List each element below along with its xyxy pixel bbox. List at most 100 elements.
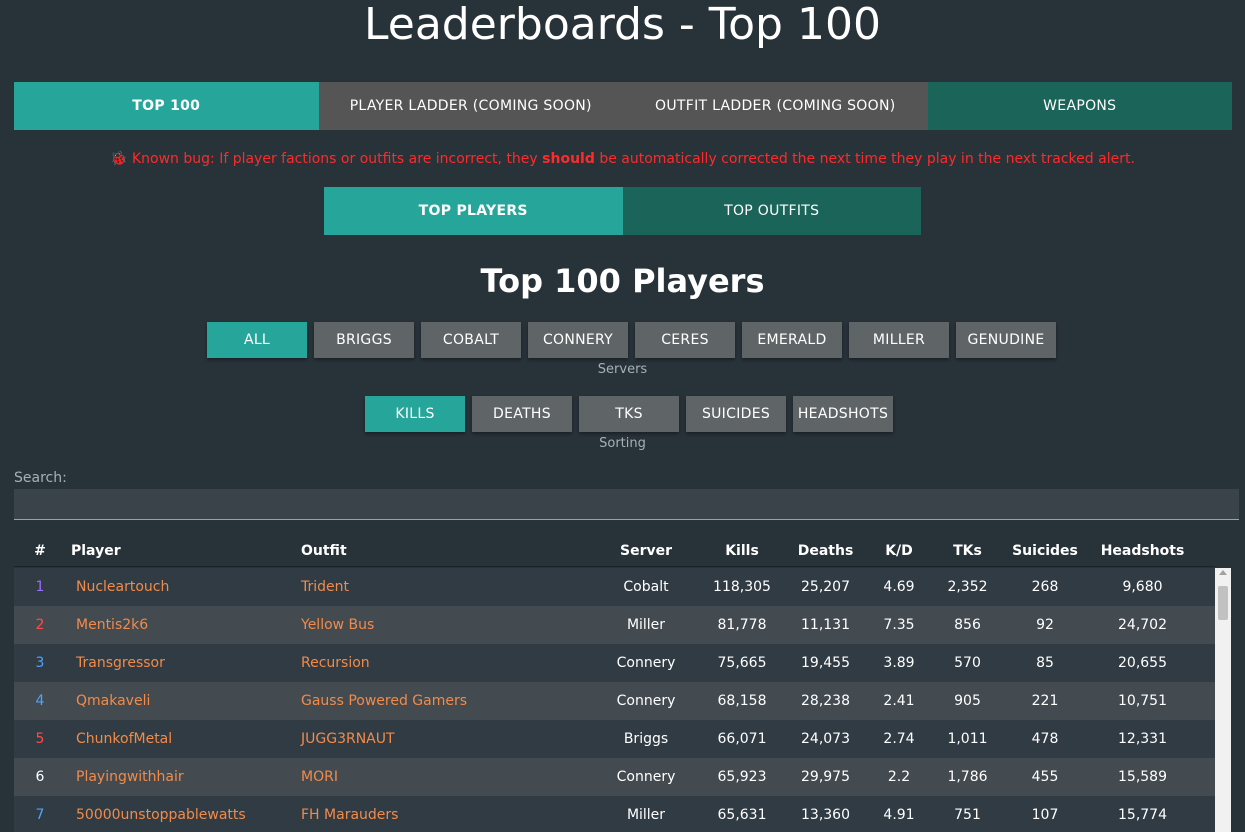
header-kd[interactable]: K/D — [868, 543, 930, 559]
server-button-genudine[interactable]: GENUDINE — [956, 322, 1056, 358]
server-button-all[interactable]: ALL — [207, 322, 307, 358]
sort-button-tks[interactable]: TKS — [579, 396, 679, 432]
outfit-link[interactable]: FH Marauders — [291, 807, 591, 823]
outfit-link[interactable]: Yellow Bus — [291, 617, 591, 633]
scroll-up-arrow-icon[interactable] — [1219, 570, 1227, 575]
row-deaths: 19,455 — [801, 655, 850, 671]
sub-tabs: TOP PLAYERS TOP OUTFITS — [324, 187, 921, 235]
row-kills: 66,071 — [717, 731, 767, 747]
main-tabs: TOP 100 PLAYER LADDER (COMING SOON) OUTF… — [14, 82, 1232, 130]
leaderboard-table-body: 1 Nucleartouch Trident Cobalt 118,305 25… — [14, 568, 1215, 832]
scroll-thumb[interactable] — [1218, 586, 1228, 620]
outfit-link[interactable]: Trident — [291, 579, 591, 595]
sort-button-suicides[interactable]: SUICIDES — [686, 396, 786, 432]
row-kd: 3.89 — [883, 655, 915, 671]
server-button-briggs[interactable]: BRIGGS — [314, 322, 414, 358]
row-headshots: 15,589 — [1118, 769, 1167, 785]
row-kills: 75,665 — [717, 655, 767, 671]
outfit-link[interactable]: JUGG3RNAUT — [291, 731, 591, 747]
row-kd: 2.41 — [883, 693, 915, 709]
row-kd: 7.35 — [883, 617, 915, 633]
row-tks: 1,786 — [947, 769, 988, 785]
search-input[interactable] — [14, 489, 1239, 520]
section-title: Top 100 Players — [480, 262, 765, 300]
table-header: # Player Outfit Server Kills Deaths K/D … — [14, 536, 1215, 567]
outfit-link[interactable]: MORI — [291, 769, 591, 785]
outfit-link[interactable]: Recursion — [291, 655, 591, 671]
row-rank: 4 — [35, 693, 45, 709]
row-server: Briggs — [623, 731, 669, 747]
server-button-cobalt[interactable]: COBALT — [421, 322, 521, 358]
server-filter: ALL BRIGGS COBALT CONNERY CERES EMERALD … — [207, 322, 1056, 358]
row-kd: 2.2 — [887, 769, 911, 785]
search-label: Search: — [14, 470, 67, 486]
player-link[interactable]: Playingwithhair — [66, 769, 291, 785]
player-link[interactable]: 50000unstoppablewatts — [66, 807, 291, 823]
row-deaths: 28,238 — [801, 693, 850, 709]
row-deaths: 25,207 — [801, 579, 850, 595]
player-link[interactable]: Mentis2k6 — [66, 617, 291, 633]
row-server: Cobalt — [623, 579, 669, 595]
row-kills: 68,158 — [717, 693, 767, 709]
row-deaths: 11,131 — [801, 617, 850, 633]
table-row: 7 50000unstoppablewatts FH Marauders Mil… — [14, 796, 1215, 832]
player-link[interactable]: Nucleartouch — [66, 579, 291, 595]
row-rank: 2 — [35, 617, 45, 633]
table-scrollbar[interactable] — [1215, 568, 1231, 832]
tab-weapons[interactable]: WEAPONS — [927, 82, 1232, 130]
row-kills: 81,778 — [717, 617, 767, 633]
tab-top-outfits[interactable]: TOP OUTFITS — [622, 187, 921, 235]
row-kd: 4.69 — [883, 579, 915, 595]
row-rank: 3 — [35, 655, 45, 671]
tab-outfit-ladder[interactable]: OUTFIT LADDER (COMING SOON) — [623, 82, 928, 130]
row-headshots: 9,680 — [1122, 579, 1163, 595]
row-tks: 570 — [954, 655, 981, 671]
notice-suffix: be automatically corrected the next time… — [594, 151, 1135, 167]
row-rank: 7 — [35, 807, 45, 823]
header-headshots[interactable]: Headshots — [1085, 543, 1200, 559]
row-suicides: 455 — [1031, 769, 1059, 785]
server-button-emerald[interactable]: EMERALD — [742, 322, 842, 358]
player-link[interactable]: Transgressor — [66, 655, 291, 671]
player-link[interactable]: Qmakaveli — [66, 693, 291, 709]
row-server: Miller — [626, 617, 666, 633]
row-server: Miller — [626, 807, 666, 823]
sort-button-kills[interactable]: KILLS — [365, 396, 465, 432]
tab-top-100[interactable]: TOP 100 — [14, 82, 319, 130]
tab-top-players[interactable]: TOP PLAYERS — [324, 187, 623, 235]
row-kd: 2.74 — [883, 731, 915, 747]
outfit-link[interactable]: Gauss Powered Gamers — [291, 693, 591, 709]
header-outfit[interactable]: Outfit — [291, 543, 591, 559]
header-suicides[interactable]: Suicides — [1005, 543, 1085, 559]
sorting-caption: Sorting — [599, 436, 646, 451]
servers-caption: Servers — [597, 362, 648, 377]
header-tks[interactable]: TKs — [930, 543, 1005, 559]
row-kills: 65,631 — [717, 807, 767, 823]
row-suicides: 107 — [1031, 807, 1059, 823]
header-kills[interactable]: Kills — [701, 543, 783, 559]
server-button-connery[interactable]: CONNERY — [528, 322, 628, 358]
notice-prefix: Known bug: If player factions or outfits… — [127, 151, 543, 167]
tab-player-ladder[interactable]: PLAYER LADDER (COMING SOON) — [318, 82, 623, 130]
sort-button-headshots[interactable]: HEADSHOTS — [793, 396, 893, 432]
row-suicides: 221 — [1031, 693, 1059, 709]
row-tks: 1,011 — [947, 731, 988, 747]
header-rank[interactable]: # — [14, 543, 66, 559]
header-player[interactable]: Player — [66, 543, 291, 559]
header-deaths[interactable]: Deaths — [783, 543, 868, 559]
server-button-ceres[interactable]: CERES — [635, 322, 735, 358]
sort-button-deaths[interactable]: DEATHS — [472, 396, 572, 432]
row-deaths: 13,360 — [801, 807, 850, 823]
server-button-miller[interactable]: MILLER — [849, 322, 949, 358]
row-kills: 118,305 — [713, 579, 771, 595]
table-row: 3 Transgressor Recursion Connery 75,665 … — [14, 644, 1215, 682]
sort-filter: KILLS DEATHS TKS SUICIDES HEADSHOTS — [365, 396, 893, 432]
row-deaths: 24,073 — [801, 731, 850, 747]
row-suicides: 85 — [1036, 655, 1054, 671]
row-server: Connery — [616, 693, 676, 709]
row-headshots: 24,702 — [1118, 617, 1167, 633]
row-rank: 5 — [35, 731, 45, 747]
row-rank: 6 — [35, 769, 45, 785]
header-server[interactable]: Server — [591, 543, 701, 559]
player-link[interactable]: ChunkofMetal — [66, 731, 291, 747]
